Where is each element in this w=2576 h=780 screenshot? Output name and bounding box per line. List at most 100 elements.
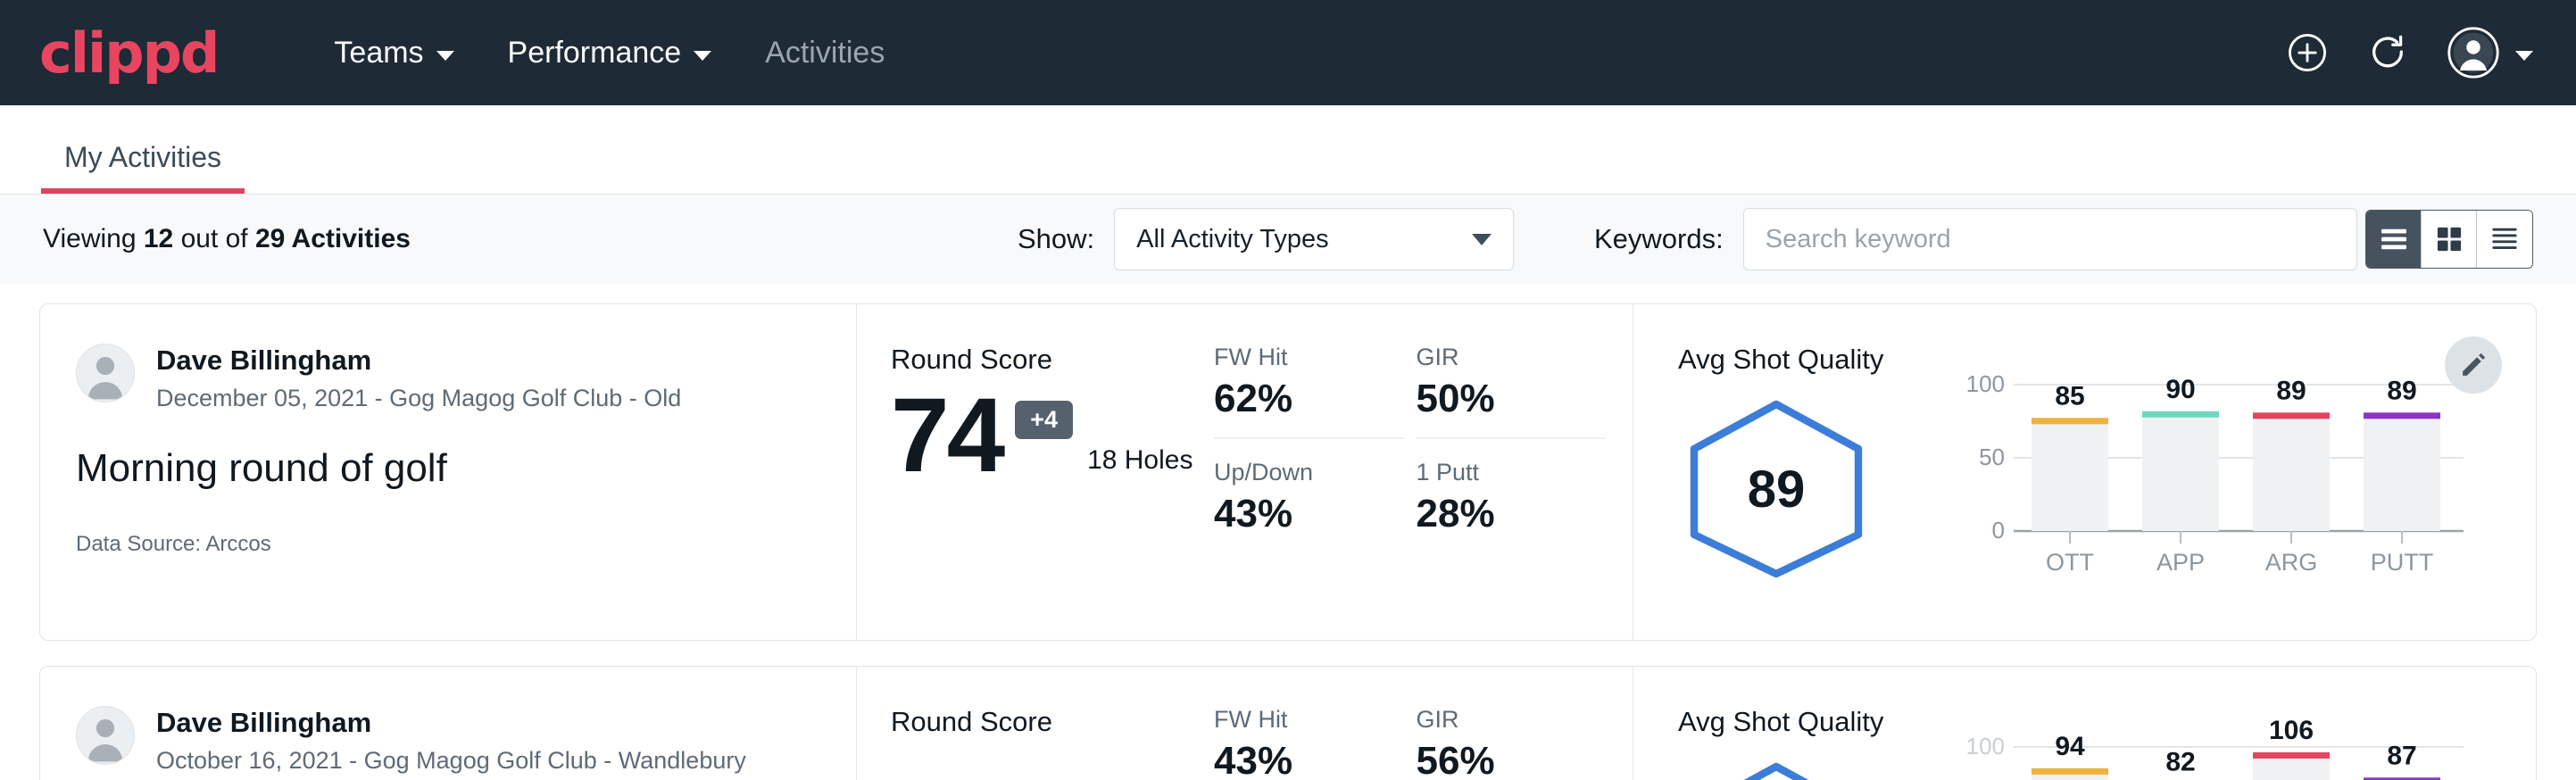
stat-value: 50%: [1417, 377, 1582, 421]
clippd-logo[interactable]: clippd: [39, 21, 218, 86]
nav-item-teams[interactable]: Teams: [307, 36, 480, 71]
bar-value-arg: 106: [2269, 718, 2314, 745]
y-tick-0: 0: [1992, 517, 2005, 544]
tab-my-activities-label: My Activities: [64, 141, 221, 173]
shot-quality-bar-chart: 100 50 0 85 OTT: [1964, 344, 2536, 640]
bar-value-arg: 89: [2276, 376, 2306, 405]
activity-type-select[interactable]: All Activity Types: [1114, 208, 1514, 270]
show-label: Show:: [1018, 223, 1094, 255]
viewing-mid: out of: [173, 224, 255, 253]
activity-info-column: Dave Billingham October 16, 2021 - Gog M…: [40, 667, 857, 780]
stat-value: 43%: [1214, 492, 1379, 536]
bar-label-ott: OTT: [2046, 549, 2094, 576]
activity-card[interactable]: Dave Billingham December 05, 2021 - Gog …: [39, 303, 2537, 641]
bar-group-arg: 106: [2253, 718, 2330, 780]
stat-key: GIR: [1417, 706, 1582, 734]
round-score-value: 74: [891, 385, 1002, 488]
stat-key: 1 Putt: [1417, 459, 1582, 486]
keywords-filter-group: Keywords:: [1594, 208, 2357, 270]
stat-value: 43%: [1214, 739, 1379, 780]
tab-my-activities[interactable]: My Activities: [41, 141, 245, 194]
bar-value-putt: 87: [2387, 741, 2416, 770]
activity-meta: December 05, 2021 - Gog Magog Golf Club …: [156, 385, 681, 412]
viewing-prefix: Viewing: [43, 224, 144, 253]
holes-played: 18 Holes: [1087, 445, 1192, 476]
bar-group-ott: 85 OTT: [2032, 381, 2108, 576]
player-header: Dave Billingham October 16, 2021 - Gog M…: [76, 706, 820, 775]
nav-item-performance-label: Performance: [508, 36, 682, 71]
bar-chart-svg: 100 50 0 85 OTT: [1964, 356, 2481, 579]
bar-value-ott: 85: [2055, 381, 2084, 411]
stat-value: 28%: [1417, 492, 1582, 536]
activity-title: Morning round of golf: [76, 446, 820, 491]
nav-item-performance[interactable]: Performance: [481, 36, 739, 71]
activity-type-select-value: All Activity Types: [1136, 225, 1328, 254]
bar-group-app: 82: [2142, 748, 2219, 780]
view-mode-toggle: [2365, 210, 2533, 269]
activity-info-column: Dave Billingham December 05, 2021 - Gog …: [40, 304, 857, 640]
avatar: [76, 344, 135, 402]
chevron-down-icon: [2515, 51, 2533, 61]
bar-value-putt: 89: [2387, 376, 2416, 405]
shot-quality-bar-chart: 100 50 0 94 82: [1964, 706, 2536, 780]
bar-group-arg: 89 ARG: [2253, 376, 2330, 576]
round-score-column: Round Score 74 +4 18 Holes: [857, 304, 1214, 640]
stat-value: 56%: [1417, 739, 1582, 780]
filter-toolbar: Viewing 12 out of 29 Activities Show: Al…: [0, 195, 2576, 284]
activity-card[interactable]: Dave Billingham October 16, 2021 - Gog M…: [39, 666, 2537, 780]
stat-gir: GIR 56%: [1417, 706, 1607, 780]
quality-hex-group: Avg Shot Quality: [1678, 706, 1964, 780]
player-name: Dave Billingham: [156, 706, 746, 741]
pencil-icon: [2458, 350, 2489, 380]
chevron-down-icon: [1472, 234, 1492, 245]
avg-shot-quality-label: Avg Shot Quality: [1678, 344, 1964, 376]
edit-activity-button[interactable]: [2445, 336, 2502, 394]
refresh-icon[interactable]: [2367, 32, 2408, 73]
nav-item-activities-label: Activities: [765, 36, 885, 71]
bar-value-app: 82: [2165, 748, 2195, 777]
quality-hexagon: 89: [1678, 395, 1874, 583]
bar-label-app: APP: [2156, 549, 2205, 576]
bar-value-ott: 94: [2055, 732, 2085, 761]
account-menu[interactable]: [2447, 27, 2533, 79]
y-tick-100: 100: [1966, 370, 2005, 397]
round-score-label: Round Score: [891, 344, 1214, 376]
bar-group-app: 90 APP: [2142, 375, 2219, 576]
round-score-row: 74 +4 18 Holes: [891, 385, 1214, 488]
bar-group-ott: 94: [2032, 732, 2108, 780]
round-score-row: [891, 747, 1214, 759]
stat-one-putt: 1 Putt 28%: [1417, 439, 1607, 536]
score-to-par-badge: +4: [1015, 401, 1073, 439]
avatar: [76, 706, 135, 765]
stat-key: Up/Down: [1214, 459, 1379, 486]
stats-grid: FW Hit 62% GIR 50% Up/Down 43% 1 Putt 28…: [1214, 304, 1633, 640]
activity-meta: October 16, 2021 - Gog Magog Golf Club -…: [156, 747, 746, 775]
stat-fw-hit: FW Hit 62%: [1214, 344, 1404, 439]
activity-card-list: Dave Billingham December 05, 2021 - Gog …: [0, 284, 2576, 780]
list-view-icon[interactable]: [2366, 211, 2422, 268]
grid-view-icon[interactable]: [2422, 211, 2477, 268]
round-score-column: Round Score: [857, 667, 1214, 780]
primary-nav: Teams Performance Activities: [307, 36, 911, 71]
viewing-count: 12: [144, 224, 173, 253]
search-input[interactable]: [1743, 208, 2357, 270]
nav-item-activities[interactable]: Activities: [738, 36, 911, 71]
bar-group-putt: 89 PUTT: [2364, 376, 2440, 576]
player-header: Dave Billingham December 05, 2021 - Gog …: [76, 344, 820, 412]
top-nav-actions: [2287, 0, 2533, 105]
compact-view-icon[interactable]: [2477, 211, 2532, 268]
stat-key: GIR: [1417, 344, 1582, 371]
bar-chart-svg: 100 50 0 94 82: [1964, 718, 2481, 780]
stat-up-down: Up/Down 43%: [1214, 439, 1404, 536]
add-circle-icon[interactable]: [2287, 32, 2328, 73]
stat-gir: GIR 50%: [1417, 344, 1607, 439]
player-name: Dave Billingham: [156, 344, 681, 378]
round-score-label: Round Score: [891, 706, 1214, 738]
avg-shot-quality-column: Avg Shot Quality 100 50 0: [1633, 667, 2536, 780]
viewing-total: 29 Activities: [255, 224, 411, 253]
avg-shot-quality-label: Avg Shot Quality: [1678, 706, 1964, 738]
quality-hexagon: [1678, 758, 1874, 780]
avg-shot-quality-column: Avg Shot Quality 89 100 50 0: [1633, 304, 2536, 640]
keywords-label: Keywords:: [1594, 223, 1724, 255]
stats-grid: FW Hit 43% GIR 56%: [1214, 667, 1633, 780]
